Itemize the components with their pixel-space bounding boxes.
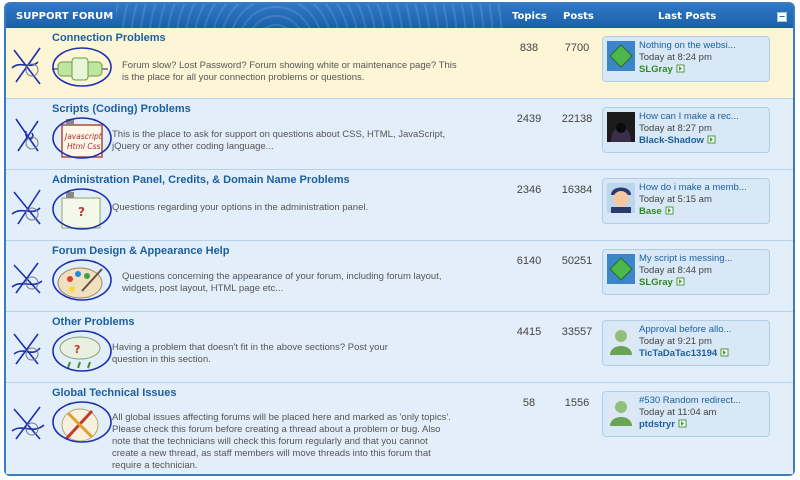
last-post-box: #530 Random redirect... Today at 11:04 a… — [602, 391, 770, 437]
default-user-avatar[interactable] — [607, 396, 635, 426]
forum-row-administration: ? Administration Panel, Credits, & Domai… — [6, 170, 793, 241]
topics-column-header: Topics — [512, 11, 547, 22]
section-title: SUPPORT FORUM — [16, 11, 114, 22]
last-post-user-line: TicTaDaTac13194 — [639, 348, 729, 359]
last-post-username[interactable]: ptdstryr — [639, 419, 675, 430]
green-diamond-avatar[interactable] — [607, 41, 635, 71]
hand-drawn-circle — [52, 401, 112, 443]
go-to-post-icon[interactable] — [678, 419, 687, 428]
forum-row-design: Forum Design & Appearance Help Questions… — [6, 241, 793, 312]
last-post-time: Today at 9:21 pm — [639, 336, 712, 347]
posts-count: 22138 — [561, 113, 593, 125]
forum-title[interactable]: Scripts (Coding) Problems — [52, 103, 191, 115]
hand-drawn-circle — [52, 259, 112, 301]
forum-status-icon — [11, 406, 45, 440]
last-post-title-link[interactable]: #530 Random redirect... — [639, 395, 741, 406]
last-post-user-line: ptdstryr — [639, 419, 687, 430]
last-post-title-link[interactable]: How can I make a rec... — [639, 111, 739, 122]
forum-row-connection: Connection Problems Forum slow? Lost Pas… — [6, 28, 793, 99]
last-post-user-line: SLGray — [639, 277, 685, 288]
last-post-username[interactable]: SLGray — [639, 277, 673, 288]
forum-status-icon — [11, 47, 41, 85]
last-post-user-line: Base — [639, 206, 674, 217]
last-post-title-link[interactable]: Nothing on the websi... — [639, 40, 736, 51]
last-post-box: Approval before allo... Today at 9:21 pm… — [602, 320, 770, 366]
topics-count: 6140 — [516, 255, 542, 267]
default-user-avatar[interactable] — [607, 325, 635, 355]
posts-count: 1556 — [564, 397, 590, 409]
topics-count: 2346 — [516, 184, 542, 196]
last-post-box: How can I make a rec... Today at 8:27 pm… — [602, 107, 770, 153]
cartoon-face-avatar[interactable] — [607, 183, 635, 213]
header-swirl-decoration — [116, 4, 506, 28]
go-to-post-icon[interactable] — [720, 348, 729, 357]
go-to-post-icon[interactable] — [676, 64, 685, 73]
last-post-username[interactable]: Black-Shadow — [639, 135, 704, 146]
hand-drawn-circle — [52, 330, 112, 372]
forum-row-other: ? Other Problems Having a problem that d… — [6, 312, 793, 383]
topics-count: 58 — [522, 397, 536, 409]
go-to-post-icon[interactable] — [676, 277, 685, 286]
forum-description: All global issues affecting forums will … — [112, 412, 451, 471]
topics-count: 838 — [519, 42, 539, 54]
forum-title[interactable]: Connection Problems — [52, 32, 166, 44]
forum-description: Questions regarding your options in the … — [112, 202, 369, 213]
forum-title[interactable]: Administration Panel, Credits, & Domain … — [52, 174, 350, 186]
posts-count: 33557 — [561, 326, 593, 338]
forum-list: Connection Problems Forum slow? Lost Pas… — [6, 28, 793, 474]
forum-status-icon — [11, 189, 41, 225]
last-post-title-link[interactable]: My script is messing... — [639, 253, 732, 264]
topics-count: 4415 — [516, 326, 542, 338]
forum-description: Questions concerning the appearance of y… — [122, 271, 442, 294]
last-post-time: Today at 8:24 pm — [639, 52, 712, 63]
last-post-user-line: Black-Shadow — [639, 135, 716, 146]
forum-row-scripts: Javascript Html Css Scripts (Coding) Pro… — [6, 99, 793, 170]
forum-header-bar: SUPPORT FORUM Topics Posts Last Posts − — [6, 4, 793, 28]
last-post-time: Today at 8:44 pm — [639, 265, 712, 276]
last-post-user-line: SLGray — [639, 64, 685, 75]
last-post-username[interactable]: TicTaDaTac13194 — [639, 348, 717, 359]
go-to-post-icon[interactable] — [707, 135, 716, 144]
collapse-toggle-icon[interactable]: − — [777, 12, 787, 22]
forum-title[interactable]: Forum Design & Appearance Help — [52, 245, 229, 257]
forum-status-icon — [15, 118, 39, 152]
last-post-time: Today at 5:15 am — [639, 194, 712, 205]
hand-drawn-circle — [52, 47, 112, 87]
posts-count: 16384 — [561, 184, 593, 196]
hooded-figure-avatar[interactable] — [607, 112, 635, 142]
last-post-username[interactable]: SLGray — [639, 64, 673, 75]
forum-description: This is the place to ask for support on … — [112, 129, 446, 152]
forum-title[interactable]: Other Problems — [52, 316, 135, 328]
forum-title[interactable]: Global Technical Issues — [52, 387, 177, 399]
last-post-username[interactable]: Base — [639, 206, 662, 217]
forum-description: Forum slow? Lost Password? Forum showing… — [122, 60, 457, 83]
hand-drawn-circle — [52, 188, 112, 230]
last-post-title-link[interactable]: Approval before allo... — [639, 324, 731, 335]
last-posts-column-header: Last Posts — [658, 11, 717, 22]
posts-column-header: Posts — [563, 11, 594, 22]
forum-row-global: Global Technical Issues All global issue… — [6, 383, 793, 474]
topics-count: 2439 — [516, 113, 542, 125]
hand-drawn-circle — [52, 117, 112, 159]
last-post-box: Nothing on the websi... Today at 8:24 pm… — [602, 36, 770, 82]
forum-description: Having a problem that doesn't fit in the… — [112, 342, 388, 365]
last-post-title-link[interactable]: How do i make a memb... — [639, 182, 747, 193]
support-forum-panel: SUPPORT FORUM Topics Posts Last Posts − … — [4, 2, 795, 476]
last-post-box: How do i make a memb... Today at 5:15 am… — [602, 178, 770, 224]
posts-count: 50251 — [561, 255, 593, 267]
posts-count: 7700 — [564, 42, 590, 54]
forum-status-icon — [11, 262, 43, 294]
forum-status-icon — [13, 333, 41, 365]
go-to-post-icon[interactable] — [665, 206, 674, 215]
green-diamond-avatar[interactable] — [607, 254, 635, 284]
last-post-time: Today at 11:04 am — [639, 407, 717, 418]
last-post-time: Today at 8:27 pm — [639, 123, 712, 134]
last-post-box: My script is messing... Today at 8:44 pm… — [602, 249, 770, 295]
